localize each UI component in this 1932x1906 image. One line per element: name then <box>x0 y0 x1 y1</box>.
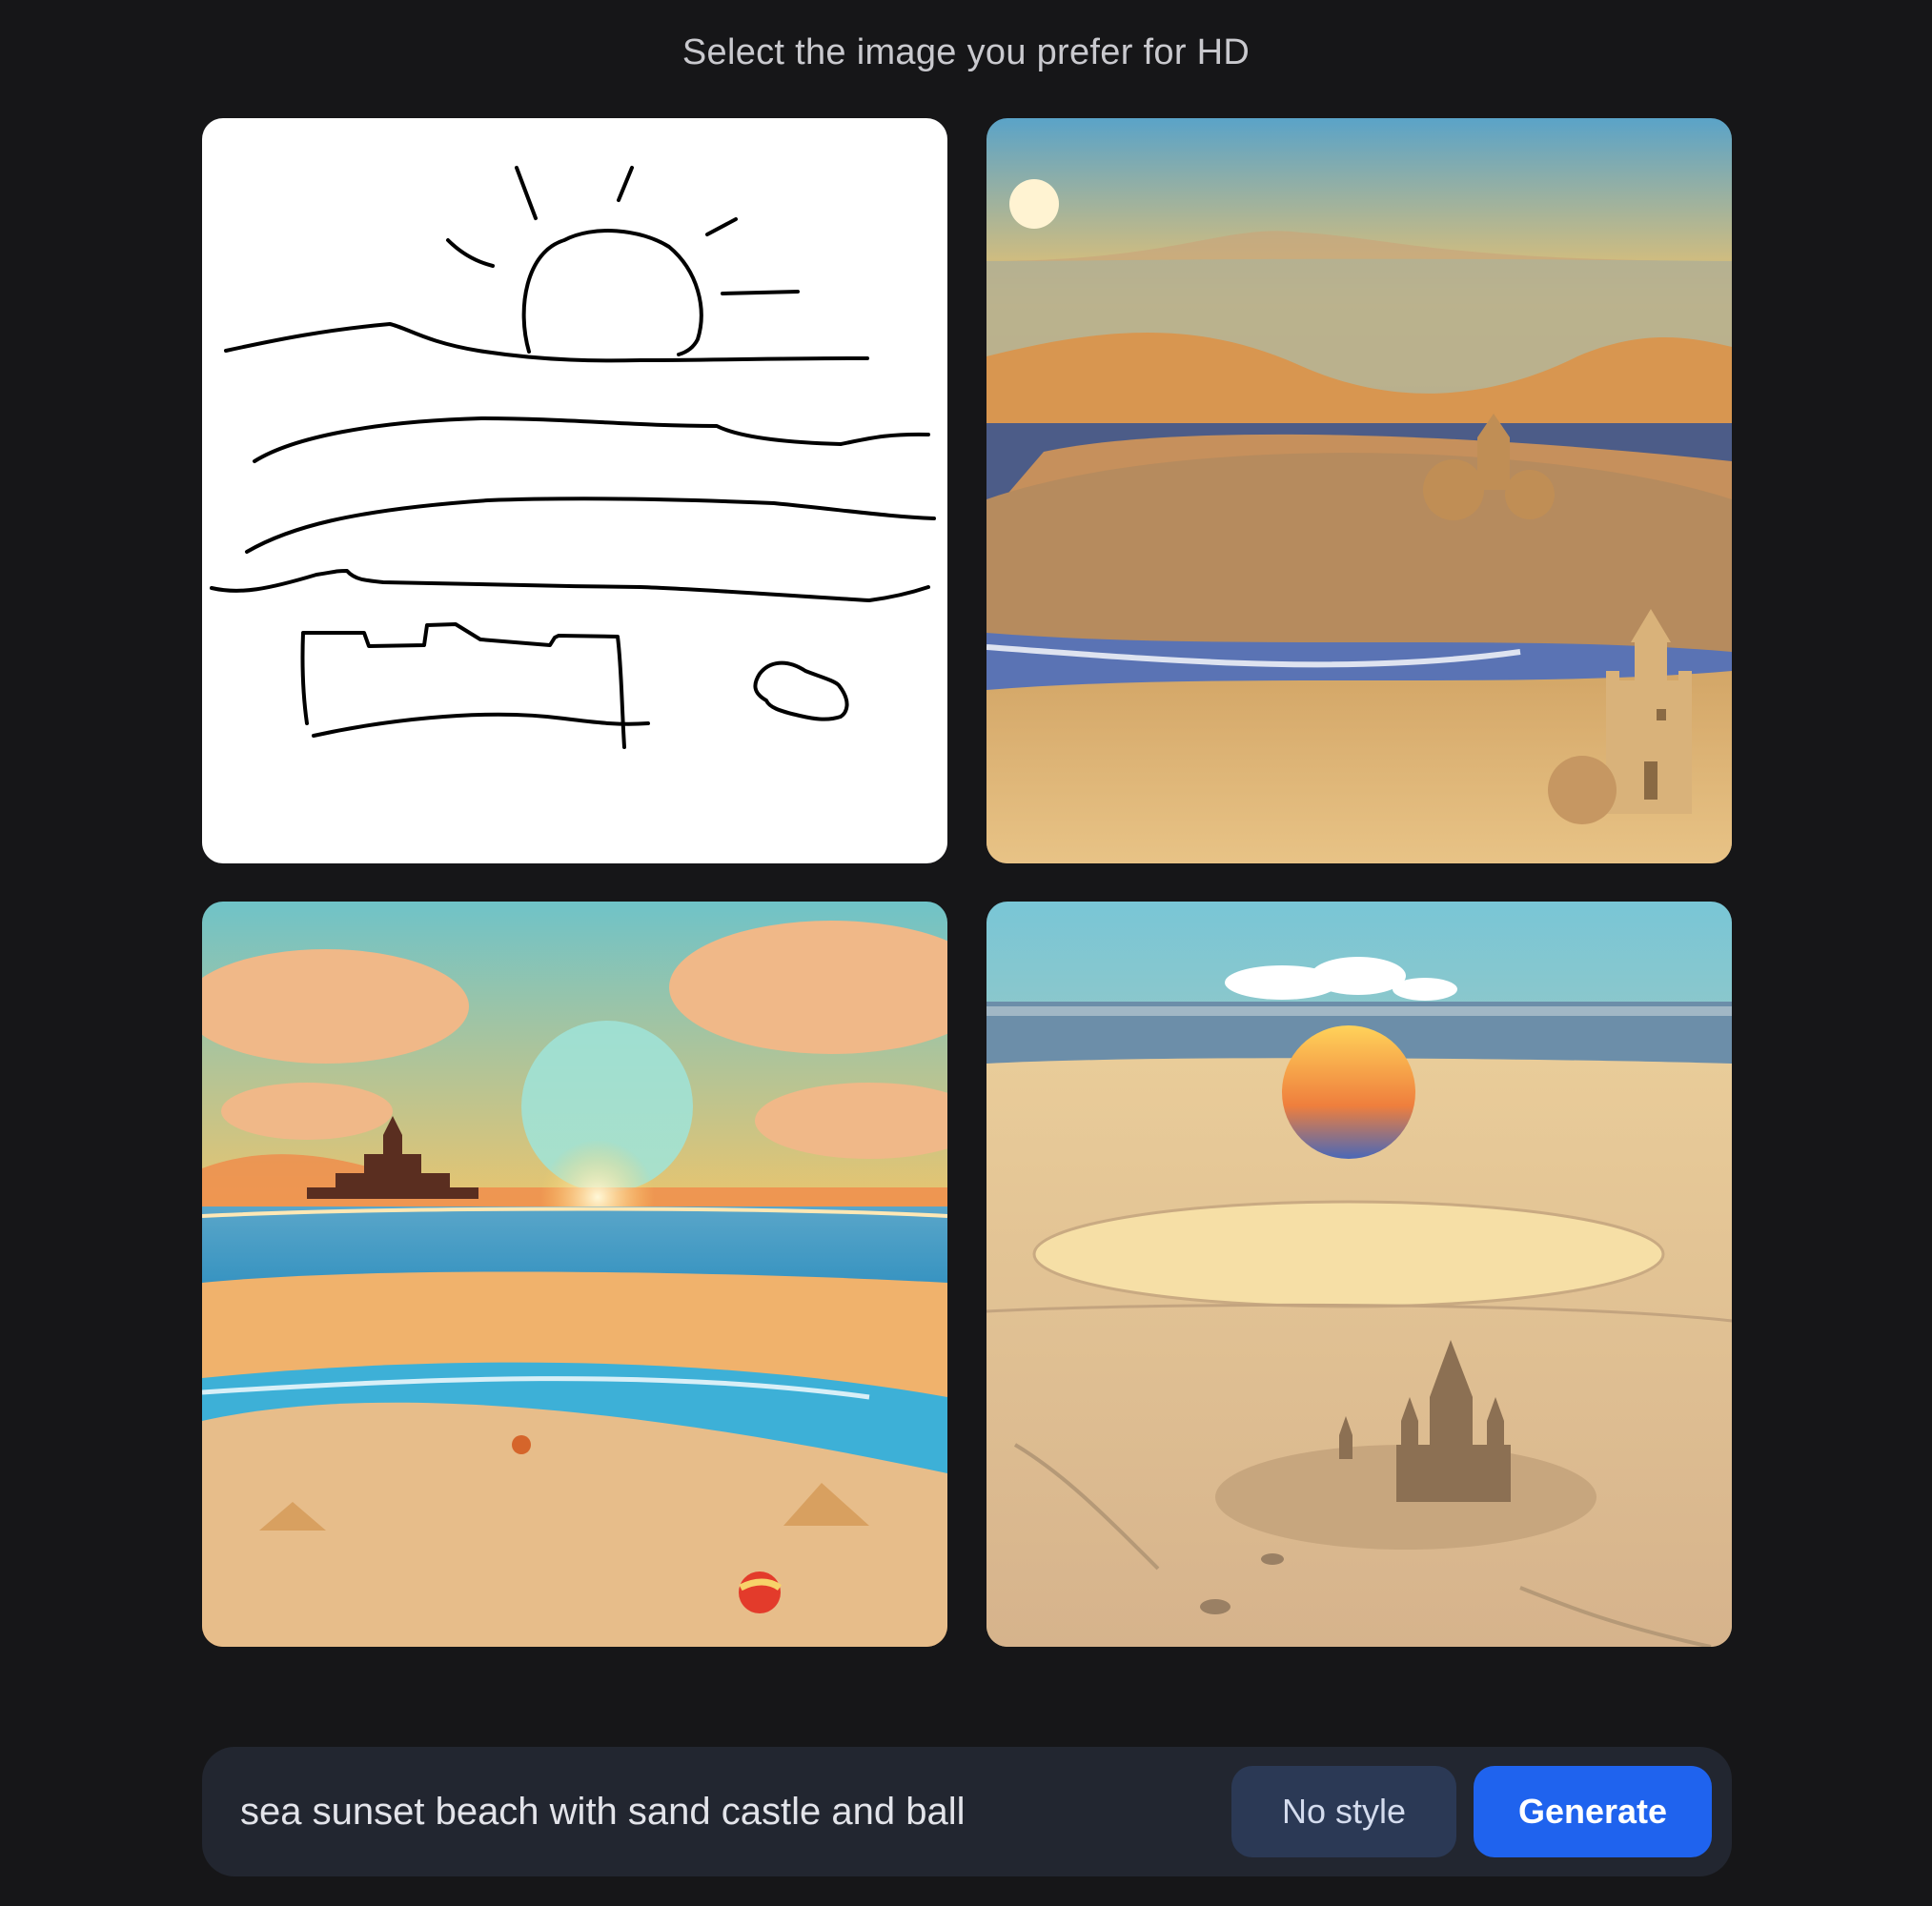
prompt-bar: sea sunset beach with sand castle and ba… <box>202 1747 1732 1876</box>
page-title: Select the image you prefer for HD <box>681 32 1251 72</box>
generated-image-1[interactable] <box>986 118 1732 863</box>
beach-scene-image-1 <box>986 118 1732 863</box>
beach-scene-image-3 <box>986 902 1732 1647</box>
generated-image-2[interactable] <box>202 902 947 1647</box>
generated-image-3[interactable] <box>986 902 1732 1647</box>
generate-button[interactable]: Generate <box>1474 1766 1712 1857</box>
sketch-canvas[interactable] <box>202 118 947 863</box>
prompt-input[interactable]: sea sunset beach with sand castle and ba… <box>240 1747 1212 1876</box>
style-button[interactable]: No style <box>1231 1766 1456 1857</box>
sketch-drawing <box>210 166 936 749</box>
beach-scene-image-2 <box>202 902 947 1647</box>
